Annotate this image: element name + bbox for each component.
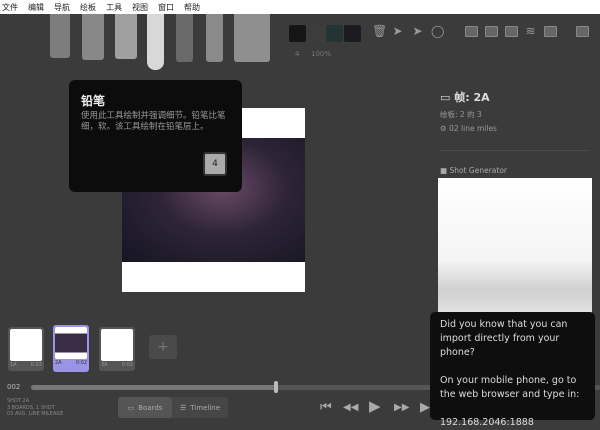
- line-miles: ⚙ 02 line miles: [440, 124, 497, 133]
- thumb-time: 0:02: [75, 360, 87, 366]
- timeline-icon: ☰: [179, 403, 187, 412]
- thumb-time: 0:02: [30, 362, 42, 368]
- brush-size: 4: [295, 50, 300, 58]
- color-swatch-1[interactable]: [289, 25, 306, 42]
- menu-help[interactable]: 帮助: [184, 2, 200, 13]
- light-pencil-tool[interactable]: [50, 14, 70, 58]
- tip-line-1: Did you know that you can import directl…: [440, 319, 568, 358]
- tooltip-title: 铅笔: [81, 94, 106, 108]
- tool-tooltip: 铅笔 使用此工具绘制并强调细节。铅笔比笔细，软。该工具绘制在铅笔层上。 4: [69, 80, 242, 192]
- brush-tool[interactable]: [82, 14, 104, 60]
- select-add-icon[interactable]: ➤: [391, 25, 404, 38]
- line-miles-text: 02 line miles: [449, 124, 497, 133]
- menu-navigate[interactable]: 导航: [54, 2, 70, 13]
- menu-bar: 文件 编辑 导航 绘板 工具 视图 窗口 帮助: [0, 0, 600, 14]
- timeline-button[interactable]: ☰ Timeline: [172, 397, 228, 418]
- pen-tool[interactable]: [176, 14, 193, 62]
- menu-view[interactable]: 视图: [132, 2, 148, 13]
- timeline-label: Timeline: [190, 403, 221, 412]
- view-toggle: ▭ Boards ☰ Timeline: [118, 397, 228, 418]
- divider: [440, 150, 590, 151]
- play-icon[interactable]: ▶: [369, 397, 381, 415]
- lasso-icon[interactable]: ◯: [431, 25, 444, 38]
- shot-generator-preview[interactable]: [438, 178, 592, 328]
- camera-icon: ■: [440, 166, 448, 175]
- frame-title-text: 帧: 2A: [454, 91, 490, 104]
- shot-stats: SHOT 2A 3 BOARDS, 1 SHOT 03 AVG. LINE MI…: [7, 398, 63, 418]
- thumb-label: 1A: [10, 362, 17, 368]
- tip-line-2: On your mobile phone, go to the web brow…: [440, 375, 580, 400]
- layers-icon[interactable]: ≋: [524, 25, 537, 38]
- thumb-time: 0:02: [121, 362, 133, 368]
- fast-forward-icon[interactable]: ▶▶: [394, 402, 409, 413]
- menu-boards[interactable]: 绘板: [80, 2, 96, 13]
- thumb-label: 3A: [101, 362, 108, 368]
- monitor-icon: ▭: [127, 403, 135, 412]
- rewind-icon[interactable]: ◀◀: [343, 402, 358, 413]
- marker-tool[interactable]: [115, 14, 137, 59]
- layout-icon-1[interactable]: [465, 26, 478, 37]
- skip-start-icon[interactable]: ⏮: [320, 400, 332, 415]
- thumb-label: 2A: [55, 360, 62, 366]
- eraser-tool[interactable]: [234, 14, 270, 62]
- tooltip-body: 使用此工具绘制并强调细节。铅笔比笔细，软。该工具绘制在铅笔层上。: [81, 111, 226, 132]
- photoshop-icon[interactable]: [576, 26, 589, 37]
- menu-tools[interactable]: 工具: [106, 2, 122, 13]
- opacity: 100%: [311, 50, 332, 58]
- board-thumbnail-selected[interactable]: 2A 0:02: [53, 325, 89, 372]
- layout-icon-2[interactable]: [485, 26, 498, 37]
- menu-window[interactable]: 窗口: [158, 2, 174, 13]
- color-swatch-4[interactable]: [344, 25, 361, 42]
- skip-end-icon[interactable]: ▶: [420, 400, 430, 415]
- menu-file[interactable]: 文件: [2, 2, 18, 13]
- board-count: 绘板: 2 的 3: [440, 110, 482, 119]
- scrubber-handle[interactable]: [274, 381, 279, 393]
- shot-generator-text: Shot Generator: [449, 166, 507, 175]
- trash-icon[interactable]: 🗑: [372, 25, 387, 38]
- layout-icon-3[interactable]: [505, 26, 518, 37]
- select-copy-icon[interactable]: ➤: [411, 25, 424, 38]
- gear-icon: ⚙: [440, 124, 447, 133]
- stat-mileage: 03 AVG. LINE MILEAGE: [7, 411, 64, 417]
- shortcut-key: 4: [203, 152, 227, 176]
- color-swatch-3[interactable]: [326, 25, 343, 42]
- phone-import-tip: Did you know that you can import directl…: [430, 312, 595, 428]
- shot-generator-label: ■ Shot Generator: [440, 166, 507, 175]
- current-frame: 002: [7, 383, 21, 391]
- frame-title: ▭ 帧: 2A: [440, 91, 490, 104]
- menu-edit[interactable]: 编辑: [28, 2, 44, 13]
- boards-label: Boards: [138, 403, 163, 412]
- boards-button[interactable]: ▭ Boards: [118, 397, 172, 418]
- export-icon[interactable]: [544, 26, 557, 37]
- tip-address: 192.168.2046:1888: [440, 417, 534, 428]
- pencil-tool[interactable]: [147, 14, 164, 70]
- board-thumbnail[interactable]: 3A 0:02: [99, 327, 135, 371]
- fine-pen-tool[interactable]: [206, 14, 223, 62]
- add-board-button[interactable]: +: [149, 335, 177, 359]
- board-thumbnail[interactable]: 1A 0:02: [8, 327, 44, 371]
